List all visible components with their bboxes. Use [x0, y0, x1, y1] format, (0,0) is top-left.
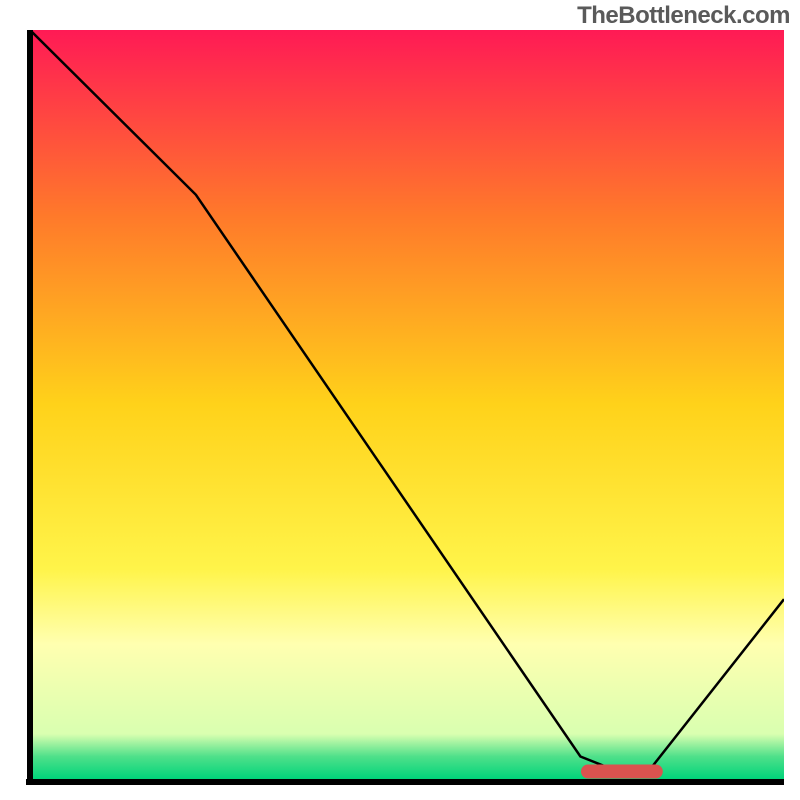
bottleneck-chart — [26, 30, 784, 788]
chart-container: TheBottleneck.com — [0, 0, 800, 800]
watermark-text: TheBottleneck.com — [577, 2, 790, 30]
